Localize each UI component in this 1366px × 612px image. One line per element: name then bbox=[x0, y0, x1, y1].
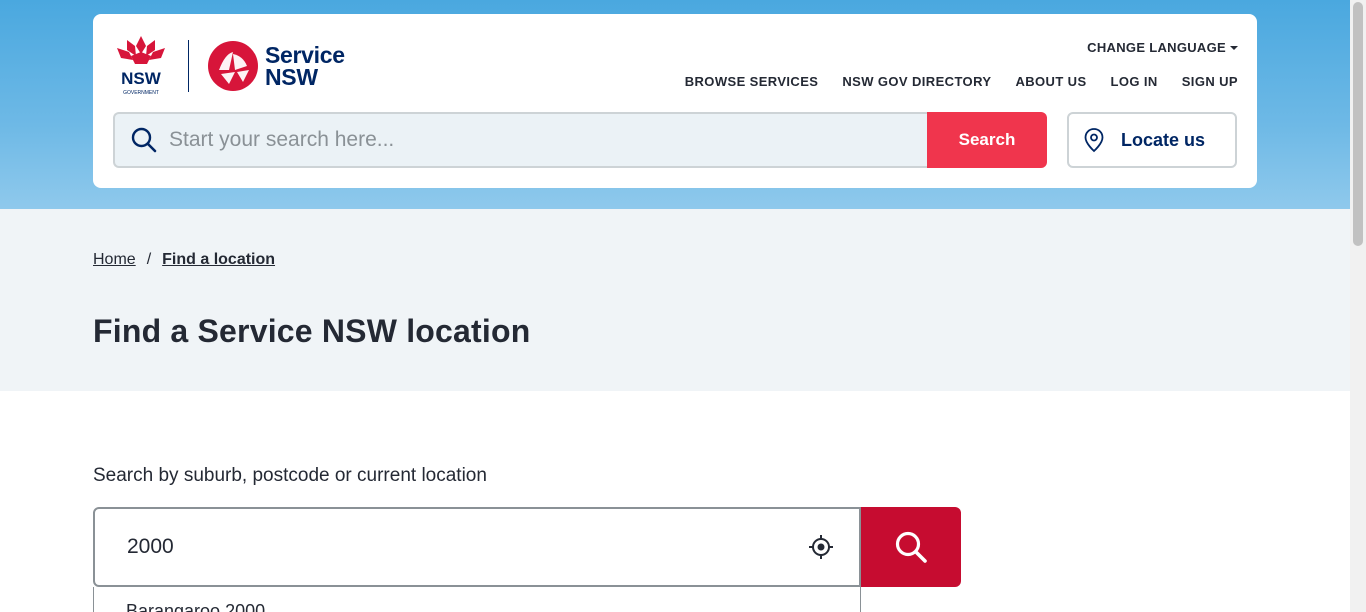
breadcrumb: Home / Find a location bbox=[93, 251, 275, 269]
nav-sign-up[interactable]: SIGN UP bbox=[1182, 74, 1238, 89]
header-band: NSW GOVERNMENT Service NSW CHANGE LANGUA bbox=[0, 0, 1350, 209]
site-search-button[interactable]: Search bbox=[927, 112, 1047, 168]
location-suggestion[interactable]: Barangaroo 2000 bbox=[93, 587, 861, 612]
locate-us-button[interactable]: Locate us bbox=[1067, 112, 1237, 168]
scrollbar-thumb[interactable] bbox=[1353, 2, 1363, 246]
scrollbar[interactable] bbox=[1350, 0, 1366, 612]
government-text: GOVERNMENT bbox=[123, 90, 159, 96]
search-icon bbox=[131, 127, 157, 153]
top-nav: BROWSE SERVICES NSW GOV DIRECTORY ABOUT … bbox=[685, 74, 1238, 89]
nsw-wordmark: NSW bbox=[121, 69, 162, 88]
nav-nsw-gov-directory[interactable]: NSW GOV DIRECTORY bbox=[842, 74, 991, 89]
location-search-label: Search by suburb, postcode or current lo… bbox=[93, 465, 487, 486]
breadcrumb-home[interactable]: Home bbox=[93, 251, 136, 269]
location-search-button[interactable] bbox=[861, 507, 961, 587]
breadcrumb-separator: / bbox=[146, 251, 152, 268]
nav-about-us[interactable]: ABOUT US bbox=[1015, 74, 1086, 89]
site-search-input[interactable] bbox=[169, 128, 869, 152]
location-search-field bbox=[93, 507, 861, 587]
nav-browse-services[interactable]: BROWSE SERVICES bbox=[685, 74, 819, 89]
site-search: Search bbox=[113, 112, 1047, 168]
page-title: Find a Service NSW location bbox=[93, 313, 531, 349]
header-card: NSW GOVERNMENT Service NSW CHANGE LANGUA bbox=[93, 14, 1257, 188]
crosshair-icon[interactable] bbox=[807, 533, 835, 561]
locate-us-label: Locate us bbox=[1121, 129, 1206, 150]
site-search-box bbox=[113, 112, 927, 168]
service-word: Service bbox=[265, 42, 345, 68]
service-nsw-emblem[interactable] bbox=[207, 40, 259, 92]
service-nsw-wordmark: Service NSW bbox=[265, 42, 345, 90]
nsw-government-logo[interactable]: NSW GOVERNMENT bbox=[113, 34, 169, 96]
location-search-input[interactable] bbox=[127, 535, 767, 559]
title-band: Home / Find a location Find a Service NS… bbox=[0, 209, 1350, 391]
logo-divider bbox=[188, 40, 189, 92]
map-pin-icon bbox=[1084, 128, 1104, 153]
change-language-label: CHANGE LANGUAGE bbox=[1087, 40, 1226, 55]
search-icon bbox=[895, 531, 927, 563]
nav-log-in[interactable]: LOG IN bbox=[1111, 74, 1158, 89]
nsw-word: NSW bbox=[265, 64, 318, 90]
breadcrumb-current[interactable]: Find a location bbox=[162, 251, 275, 269]
change-language-menu[interactable]: CHANGE LANGUAGE bbox=[1087, 40, 1238, 55]
caret-down-icon bbox=[1230, 45, 1238, 50]
